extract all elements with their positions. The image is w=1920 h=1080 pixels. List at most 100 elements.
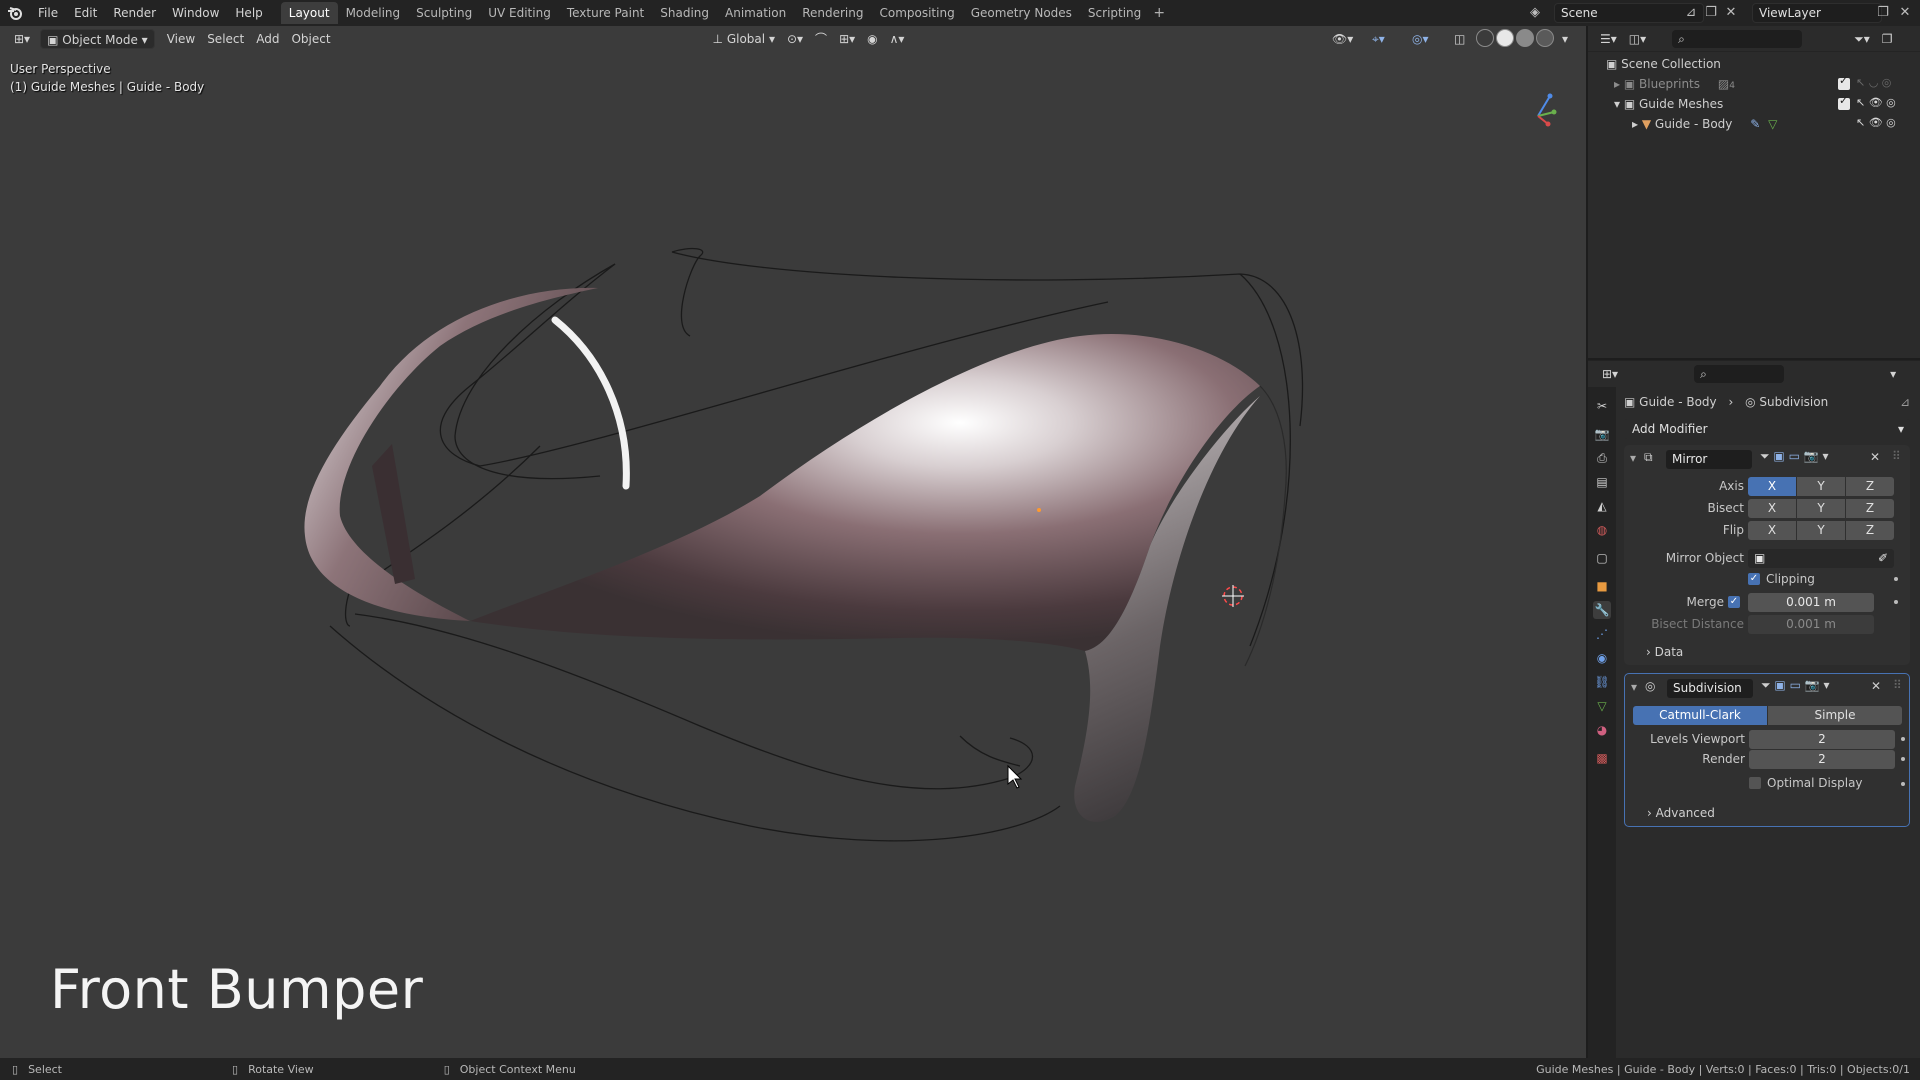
tab-texture-paint[interactable]: Texture Paint <box>559 2 652 24</box>
blueprints-visibility-icons[interactable]: ↖ ◡ ◎ <box>1856 76 1891 89</box>
rendered-shading-icon[interactable] <box>1536 29 1554 47</box>
axis-x-toggle[interactable]: X <box>1748 477 1796 496</box>
close-icon[interactable]: ✕ <box>1870 450 1880 464</box>
mirror-name-field[interactable]: Mirror <box>1666 450 1752 469</box>
catmull-clark-button[interactable]: Catmull-Clark <box>1633 706 1767 725</box>
flip-x-toggle[interactable]: X <box>1748 521 1796 540</box>
bisect-y-toggle[interactable]: Y <box>1797 499 1845 518</box>
add-modifier-button[interactable]: Add Modifier ▾ <box>1624 419 1910 439</box>
outliner-item-guide-body[interactable]: ▸ ▼ Guide - Body ✎ ▽ <box>1632 114 1777 134</box>
3d-cursor-icon[interactable] <box>1222 585 1244 607</box>
flip-y-toggle[interactable]: Y <box>1797 521 1845 540</box>
transform-orientation-dropdown[interactable]: ⊥ Global ▾ <box>707 29 781 49</box>
close-icon[interactable]: ✕ <box>1871 679 1881 693</box>
menu-view[interactable]: View <box>161 29 201 49</box>
axis-y-toggle[interactable]: Y <box>1797 477 1845 496</box>
scene-tab-icon[interactable]: ◭ <box>1593 497 1611 515</box>
pivot-point-icon[interactable]: ⊙▾ <box>781 29 809 49</box>
guide-body-visibility-icons[interactable]: ↖ 👁 ◎ <box>1856 116 1896 129</box>
bisect-distance-field[interactable]: 0.001 m <box>1748 615 1874 634</box>
guide-meshes-visibility-icons[interactable]: ↖ 👁 ◎ <box>1856 96 1896 109</box>
new-collection-icon[interactable]: ❐ <box>1876 29 1899 49</box>
view-layer-selector[interactable]: ViewLayer <box>1752 3 1882 23</box>
add-workspace-icon[interactable]: + <box>1149 5 1169 21</box>
subdivision-name-field[interactable]: Subdivision <box>1667 679 1753 698</box>
guide-meshes-exclude-checkbox[interactable] <box>1838 94 1850 110</box>
snap-target-icon[interactable]: ⊞▾ <box>833 29 861 49</box>
object-tab-icon[interactable]: ■ <box>1593 577 1611 595</box>
menu-file[interactable]: File <box>30 0 66 26</box>
bisect-x-toggle[interactable]: X <box>1748 499 1796 518</box>
xray-icon[interactable]: ◫ <box>1448 29 1471 49</box>
subdivision-toggle-icons[interactable]: ⏷ ▣ ▭ 📷 ▾ <box>1761 678 1830 693</box>
wireframe-shading-icon[interactable] <box>1476 29 1494 47</box>
optimal-display-checkbox[interactable] <box>1749 777 1761 789</box>
keyframe-dot[interactable] <box>1901 757 1905 761</box>
physics-tab-icon[interactable]: ◉ <box>1593 649 1611 667</box>
viewport-scene[interactable] <box>0 26 1586 1058</box>
blueprints-exclude-checkbox[interactable] <box>1838 74 1850 90</box>
3d-viewport[interactable]: ⊞▾ ▣ Object Mode ▾ View Select Add Objec… <box>0 26 1586 1058</box>
axis-z-toggle[interactable]: Z <box>1846 477 1894 496</box>
clipping-checkbox[interactable]: ✓ <box>1748 573 1760 585</box>
bisect-z-toggle[interactable]: Z <box>1846 499 1894 518</box>
blender-logo-icon[interactable] <box>0 0 30 26</box>
editor-type-icon[interactable]: ⊞▾ <box>8 29 36 49</box>
properties-search-input[interactable]: ⌕ <box>1694 365 1785 383</box>
simple-button[interactable]: Simple <box>1768 706 1902 725</box>
gizmo-icon[interactable]: ⌖▾ <box>1366 29 1391 49</box>
advanced-subpanel-toggle[interactable]: › Advanced <box>1647 806 1715 820</box>
eyedropper-icon[interactable]: ✐ <box>1878 549 1888 568</box>
menu-window[interactable]: Window <box>164 0 227 26</box>
pin-icon[interactable]: ⊿ <box>1682 4 1700 22</box>
close-view-layer-icon[interactable]: ✕ <box>1896 4 1914 22</box>
navigation-gizmo-icon[interactable] <box>1537 93 1557 127</box>
new-view-layer-icon[interactable]: ❐ <box>1874 4 1892 22</box>
mode-dropdown[interactable]: ▣ Object Mode ▾ <box>40 29 155 49</box>
outliner-item-guide-meshes[interactable]: ▾ ▣ Guide Meshes <box>1614 94 1723 114</box>
tool-tab-icon[interactable]: ✂ <box>1593 397 1611 415</box>
collapse-arrow-icon[interactable]: ▾ <box>1631 680 1637 694</box>
proportional-edit-icon[interactable]: ◉ <box>861 29 883 49</box>
scene-collection-row[interactable]: ▣ Scene Collection <box>1606 54 1721 74</box>
menu-add[interactable]: Add <box>250 29 285 49</box>
merge-distance-field[interactable]: 0.001 m <box>1748 593 1874 612</box>
constraints-tab-icon[interactable]: ⛓ <box>1593 673 1611 691</box>
tab-sculpting[interactable]: Sculpting <box>408 2 480 24</box>
tab-compositing[interactable]: Compositing <box>871 2 962 24</box>
keyframe-dot[interactable] <box>1894 600 1898 604</box>
mirror-toggle-icons[interactable]: ⏷ ▣ ▭ 📷 ▾ <box>1760 449 1829 464</box>
menu-edit[interactable]: Edit <box>66 0 105 26</box>
menu-render[interactable]: Render <box>105 0 164 26</box>
shading-options-icon[interactable]: ▾ <box>1556 29 1574 49</box>
filter-icon[interactable]: ⏷▾ <box>1848 29 1876 49</box>
overlay-icon[interactable]: ◎▾ <box>1406 29 1435 49</box>
menu-help[interactable]: Help <box>227 0 270 26</box>
world-tab-icon[interactable]: ◍ <box>1593 521 1611 539</box>
menu-select[interactable]: Select <box>201 29 250 49</box>
merge-checkbox[interactable]: ✓ <box>1728 596 1740 608</box>
snap-icon[interactable]: ⌒ <box>809 29 833 49</box>
output-tab-icon[interactable]: ⎙ <box>1593 449 1611 467</box>
tab-scripting[interactable]: Scripting <box>1080 2 1149 24</box>
collapse-arrow-icon[interactable]: ▾ <box>1630 451 1636 465</box>
keyframe-dot[interactable] <box>1894 577 1898 581</box>
tab-shading[interactable]: Shading <box>652 2 717 24</box>
properties-editor-type-icon[interactable]: ⊞▾ <box>1596 364 1624 384</box>
drag-handle-icon[interactable]: ⠿ <box>1892 449 1901 463</box>
left-fender-mesh[interactable] <box>304 287 598 621</box>
data-subpanel-toggle[interactable]: › Data <box>1646 645 1683 659</box>
view-layer-tab-icon[interactable]: ▤ <box>1593 473 1611 491</box>
outliner-item-blueprints[interactable]: ▸ ▣ Blueprints ▨4 <box>1614 74 1735 94</box>
outliner-search-input[interactable]: ⌕ <box>1672 29 1803 48</box>
view-layer-icon[interactable] <box>1728 4 1746 22</box>
solid-shading-icon[interactable] <box>1496 29 1514 47</box>
render-tab-icon[interactable]: 📷 <box>1593 425 1611 443</box>
keyframe-dot[interactable] <box>1901 782 1905 786</box>
particles-tab-icon[interactable]: ⋰ <box>1593 625 1611 643</box>
tab-modeling[interactable]: Modeling <box>338 2 409 24</box>
levels-viewport-field[interactable]: 2 <box>1749 730 1895 749</box>
falloff-icon[interactable]: ∧▾ <box>884 29 911 49</box>
outliner-editor-type-icon[interactable]: ☰▾ <box>1594 29 1623 49</box>
tab-rendering[interactable]: Rendering <box>794 2 871 24</box>
